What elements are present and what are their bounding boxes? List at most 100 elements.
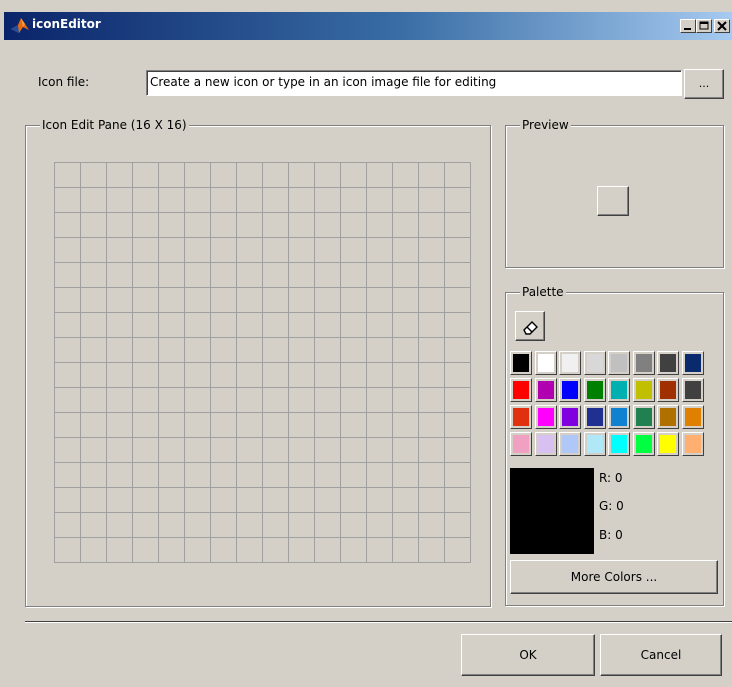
pixel-cell[interactable] bbox=[289, 388, 315, 413]
pixel-cell[interactable] bbox=[289, 538, 315, 563]
pixel-cell[interactable] bbox=[367, 313, 393, 338]
pixel-cell[interactable] bbox=[393, 313, 419, 338]
pixel-cell[interactable] bbox=[55, 438, 81, 463]
color-swatch[interactable] bbox=[657, 378, 679, 402]
pixel-cell[interactable] bbox=[159, 488, 185, 513]
color-swatch[interactable] bbox=[510, 405, 532, 429]
pixel-cell[interactable] bbox=[237, 213, 263, 238]
pixel-cell[interactable] bbox=[107, 438, 133, 463]
pixel-cell[interactable] bbox=[107, 313, 133, 338]
pixel-cell[interactable] bbox=[81, 388, 107, 413]
color-swatch[interactable] bbox=[681, 378, 704, 402]
pixel-cell[interactable] bbox=[185, 213, 211, 238]
pixel-cell[interactable] bbox=[133, 538, 159, 563]
pixel-cell[interactable] bbox=[393, 513, 419, 538]
pixel-cell[interactable] bbox=[55, 213, 81, 238]
pixel-cell[interactable] bbox=[341, 188, 367, 213]
pixel-cell[interactable] bbox=[159, 438, 185, 463]
close-button[interactable] bbox=[714, 19, 730, 33]
pixel-cell[interactable] bbox=[315, 538, 341, 563]
pixel-cell[interactable] bbox=[237, 413, 263, 438]
pixel-cell[interactable] bbox=[107, 163, 133, 188]
pixel-cell[interactable] bbox=[159, 213, 185, 238]
pixel-cell[interactable] bbox=[107, 538, 133, 563]
pixel-cell[interactable] bbox=[445, 388, 471, 413]
pixel-cell[interactable] bbox=[289, 188, 315, 213]
pixel-cell[interactable] bbox=[185, 313, 211, 338]
pixel-cell[interactable] bbox=[419, 338, 445, 363]
pixel-cell[interactable] bbox=[55, 288, 81, 313]
pixel-cell[interactable] bbox=[55, 313, 81, 338]
pixel-cell[interactable] bbox=[237, 263, 263, 288]
color-swatch[interactable] bbox=[534, 351, 557, 375]
pixel-cell[interactable] bbox=[237, 438, 263, 463]
pixel-cell[interactable] bbox=[81, 288, 107, 313]
pixel-cell[interactable] bbox=[133, 313, 159, 338]
pixel-cell[interactable] bbox=[237, 338, 263, 363]
pixel-cell[interactable] bbox=[341, 263, 367, 288]
color-swatch[interactable] bbox=[608, 432, 630, 456]
pixel-cell[interactable] bbox=[55, 188, 81, 213]
pixel-cell[interactable] bbox=[393, 413, 419, 438]
pixel-cell[interactable] bbox=[393, 538, 419, 563]
pixel-cell[interactable] bbox=[393, 263, 419, 288]
pixel-cell[interactable] bbox=[185, 263, 211, 288]
pixel-cell[interactable] bbox=[133, 513, 159, 538]
pixel-cell[interactable] bbox=[107, 488, 133, 513]
pixel-cell[interactable] bbox=[367, 288, 393, 313]
pixel-cell[interactable] bbox=[445, 363, 471, 388]
color-swatch[interactable] bbox=[534, 378, 557, 402]
pixel-cell[interactable] bbox=[133, 438, 159, 463]
pixel-cell[interactable] bbox=[211, 163, 237, 188]
pixel-cell[interactable] bbox=[81, 263, 107, 288]
pixel-cell[interactable] bbox=[55, 413, 81, 438]
preview-button[interactable] bbox=[597, 186, 629, 216]
pixel-cell[interactable] bbox=[185, 163, 211, 188]
pixel-cell[interactable] bbox=[133, 338, 159, 363]
pixel-cell[interactable] bbox=[159, 313, 185, 338]
pixel-cell[interactable] bbox=[55, 488, 81, 513]
cancel-button[interactable]: Cancel bbox=[600, 634, 722, 676]
pixel-cell[interactable] bbox=[263, 338, 289, 363]
color-swatch[interactable] bbox=[583, 405, 606, 429]
color-swatch[interactable] bbox=[608, 405, 630, 429]
pixel-cell[interactable] bbox=[55, 363, 81, 388]
color-swatch[interactable] bbox=[657, 351, 679, 375]
pixel-cell[interactable] bbox=[341, 388, 367, 413]
pixel-cell[interactable] bbox=[289, 338, 315, 363]
pixel-cell[interactable] bbox=[419, 188, 445, 213]
pixel-cell[interactable] bbox=[159, 238, 185, 263]
color-swatch[interactable] bbox=[681, 351, 704, 375]
pixel-cell[interactable] bbox=[55, 263, 81, 288]
color-swatch[interactable] bbox=[583, 351, 606, 375]
pixel-cell[interactable] bbox=[107, 338, 133, 363]
pixel-cell[interactable] bbox=[211, 213, 237, 238]
pixel-cell[interactable] bbox=[55, 338, 81, 363]
pixel-cell[interactable] bbox=[315, 288, 341, 313]
pixel-cell[interactable] bbox=[159, 538, 185, 563]
pixel-cell[interactable] bbox=[211, 388, 237, 413]
pixel-cell[interactable] bbox=[81, 438, 107, 463]
pixel-cell[interactable] bbox=[237, 463, 263, 488]
pixel-cell[interactable] bbox=[419, 363, 445, 388]
pixel-cell[interactable] bbox=[185, 188, 211, 213]
color-swatch[interactable] bbox=[510, 378, 532, 402]
pixel-cell[interactable] bbox=[133, 488, 159, 513]
pixel-cell[interactable] bbox=[159, 363, 185, 388]
pixel-cell[interactable] bbox=[445, 488, 471, 513]
pixel-cell[interactable] bbox=[393, 288, 419, 313]
pixel-cell[interactable] bbox=[107, 288, 133, 313]
pixel-cell[interactable] bbox=[211, 363, 237, 388]
pixel-cell[interactable] bbox=[419, 163, 445, 188]
pixel-cell[interactable] bbox=[445, 413, 471, 438]
pixel-cell[interactable] bbox=[419, 213, 445, 238]
color-swatch[interactable] bbox=[608, 378, 630, 402]
pixel-cell[interactable] bbox=[315, 213, 341, 238]
pixel-cell[interactable] bbox=[367, 413, 393, 438]
pixel-cell[interactable] bbox=[107, 413, 133, 438]
color-swatch[interactable] bbox=[559, 378, 581, 402]
color-swatch[interactable] bbox=[681, 432, 704, 456]
color-swatch[interactable] bbox=[559, 405, 581, 429]
pixel-cell[interactable] bbox=[237, 513, 263, 538]
pixel-cell[interactable] bbox=[211, 188, 237, 213]
